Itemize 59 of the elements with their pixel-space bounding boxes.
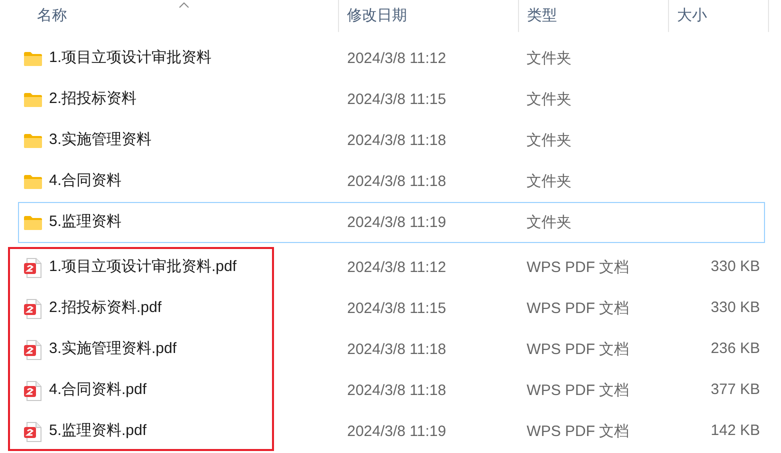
file-name: 1.项目立项设计审批资料 bbox=[49, 48, 212, 68]
file-row[interactable]: 3.实施管理资料.pdf 2024/3/8 11:18 WPS PDF 文档 236 KB bbox=[18, 329, 765, 370]
file-name: 4.合同资料 bbox=[49, 171, 122, 192]
pdf-file-icon bbox=[24, 422, 42, 442]
file-type: 文件夹 bbox=[526, 132, 572, 148]
folder-icon bbox=[24, 92, 42, 106]
file-size: 236 KB bbox=[710, 339, 760, 360]
file-type: WPS PDF 文档 bbox=[526, 422, 630, 440]
file-type: 文件夹 bbox=[526, 214, 572, 230]
file-row[interactable]: 2.招投标资料.pdf 2024/3/8 11:15 WPS PDF 文档 330 KB bbox=[18, 288, 765, 329]
modified-date: 2024/3/8 11:15 bbox=[347, 90, 446, 108]
pdf-file-icon bbox=[24, 340, 42, 360]
modified-date: 2024/3/8 11:18 bbox=[347, 172, 446, 190]
file-type: 文件夹 bbox=[526, 50, 572, 66]
file-name: 3.实施管理资料.pdf bbox=[49, 339, 177, 360]
file-name: 3.实施管理资料 bbox=[49, 130, 152, 150]
file-name: 1.项目立项设计审批资料.pdf bbox=[49, 257, 237, 278]
folder-icon bbox=[24, 52, 42, 66]
modified-date: 2024/3/8 11:12 bbox=[347, 258, 446, 276]
file-type: WPS PDF 文档 bbox=[526, 382, 630, 398]
pdf-file-icon bbox=[24, 380, 42, 400]
file-size: 330 KB bbox=[710, 257, 760, 278]
file-type: WPS PDF 文档 bbox=[526, 300, 630, 316]
file-name: 4.合同资料.pdf bbox=[49, 380, 147, 400]
modified-date: 2024/3/8 11:15 bbox=[347, 300, 446, 316]
column-header[interactable]: 修改日期 bbox=[347, 4, 407, 28]
file-row[interactable]: 4.合同资料.pdf 2024/3/8 11:18 WPS PDF 文档 377 KB bbox=[18, 370, 765, 411]
file-name: 5.监理资料 bbox=[49, 212, 122, 232]
file-name: 2.招投标资料.pdf bbox=[49, 298, 162, 318]
file-row[interactable]: 1.项目立项设计审批资料 2024/3/8 11:12 文件夹 bbox=[18, 38, 765, 79]
modified-date: 2024/3/8 11:18 bbox=[347, 382, 446, 398]
column-header[interactable]: 类型 bbox=[527, 4, 557, 28]
file-row[interactable]: 2.招投标资料 2024/3/8 11:15 文件夹 bbox=[18, 79, 765, 120]
file-type: 文件夹 bbox=[526, 90, 572, 108]
pdf-file-icon bbox=[24, 298, 42, 318]
file-row[interactable]: 5.监理资料 2024/3/8 11:19 文件夹 bbox=[18, 202, 765, 243]
file-type: WPS PDF 文档 bbox=[526, 258, 630, 276]
column-header[interactable]: 大小 bbox=[677, 4, 707, 28]
folder-icon bbox=[24, 174, 42, 188]
file-row[interactable]: 3.实施管理资料 2024/3/8 11:18 文件夹 bbox=[18, 120, 765, 161]
folder-icon bbox=[24, 134, 42, 148]
file-row[interactable]: 1.项目立项设计审批资料.pdf 2024/3/8 11:12 WPS PDF 文档 330 KB bbox=[18, 247, 765, 288]
pdf-file-icon bbox=[24, 258, 42, 278]
file-row[interactable]: 5.监理资料.pdf 2024/3/8 11:19 WPS PDF 文档 142 KB bbox=[18, 411, 765, 452]
file-name: 5.监理资料.pdf bbox=[49, 421, 147, 442]
modified-date: 2024/3/8 11:18 bbox=[347, 340, 446, 358]
file-type: WPS PDF 文档 bbox=[526, 340, 630, 358]
file-size: 377 KB bbox=[710, 380, 760, 400]
modified-date: 2024/3/8 11:19 bbox=[347, 422, 446, 440]
file-size: 330 KB bbox=[710, 298, 760, 318]
modified-date: 2024/3/8 11:12 bbox=[347, 50, 446, 66]
modified-date: 2024/3/8 11:19 bbox=[347, 214, 446, 230]
folder-icon bbox=[24, 216, 42, 230]
file-name: 2.招投标资料 bbox=[49, 89, 137, 110]
modified-date: 2024/3/8 11:18 bbox=[347, 132, 446, 148]
column-header[interactable]: 名称 bbox=[37, 4, 67, 28]
file-type: 文件夹 bbox=[526, 172, 572, 190]
file-row[interactable]: 4.合同资料 2024/3/8 11:18 文件夹 bbox=[18, 161, 765, 202]
file-size: 142 KB bbox=[710, 421, 760, 442]
